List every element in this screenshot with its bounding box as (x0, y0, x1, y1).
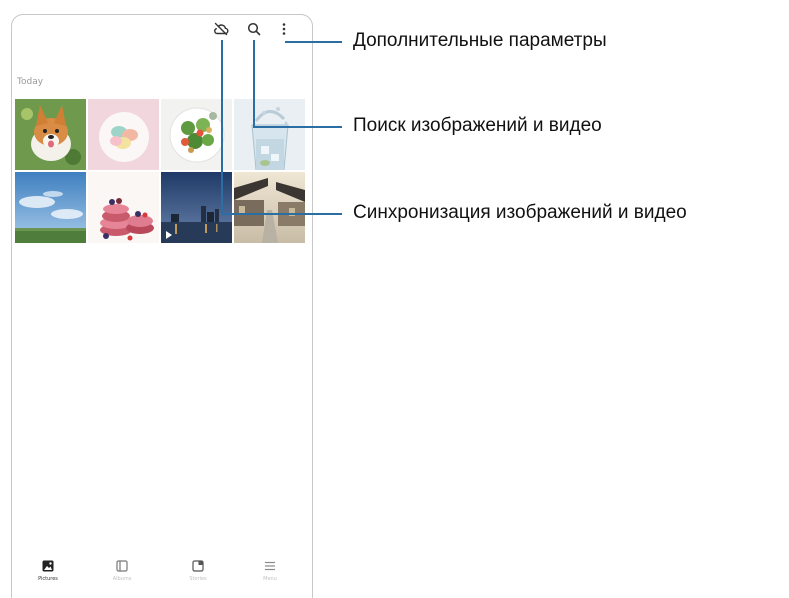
pictures-icon (42, 560, 54, 572)
albums-icon (116, 560, 128, 572)
section-title: Today (17, 77, 44, 87)
play-icon (166, 231, 172, 239)
stories-icon (192, 560, 204, 572)
photo-thumbnail-corgi[interactable] (15, 99, 86, 170)
nav-menu[interactable]: Menu (245, 559, 295, 582)
callout-line-sync-vertical (221, 40, 223, 215)
callout-line-search-vertical (253, 40, 255, 128)
cloud-off-icon[interactable] (213, 21, 229, 37)
callout-sync: Синхронизация изображений и видео (353, 202, 687, 223)
more-vertical-icon[interactable] (276, 21, 292, 37)
nav-pictures[interactable]: Pictures (23, 559, 73, 582)
callout-line-sync-horizontal (221, 213, 342, 215)
callout-line-search-horizontal (253, 126, 342, 128)
nav-label-menu: Menu (263, 576, 277, 582)
nav-stories[interactable]: Stories (173, 559, 223, 582)
callout-line-more-options (285, 41, 342, 43)
photo-thumbnail-macarons[interactable] (88, 99, 159, 170)
nav-label-stories: Stories (189, 576, 207, 582)
photo-thumbnail-berries[interactable] (88, 172, 159, 243)
callout-more-options: Дополнительные параметры (353, 30, 607, 51)
photo-thumbnail-water-glass[interactable] (234, 99, 305, 170)
photo-thumbnail-houses[interactable] (234, 172, 305, 243)
menu-icon (265, 561, 275, 571)
search-icon[interactable] (246, 21, 262, 37)
nav-albums[interactable]: Albums (97, 559, 147, 582)
nav-label-pictures: Pictures (38, 576, 58, 582)
nav-label-albums: Albums (112, 576, 132, 582)
callout-search: Поиск изображений и видео (353, 115, 602, 136)
photo-thumbnail-sky[interactable] (15, 172, 86, 243)
